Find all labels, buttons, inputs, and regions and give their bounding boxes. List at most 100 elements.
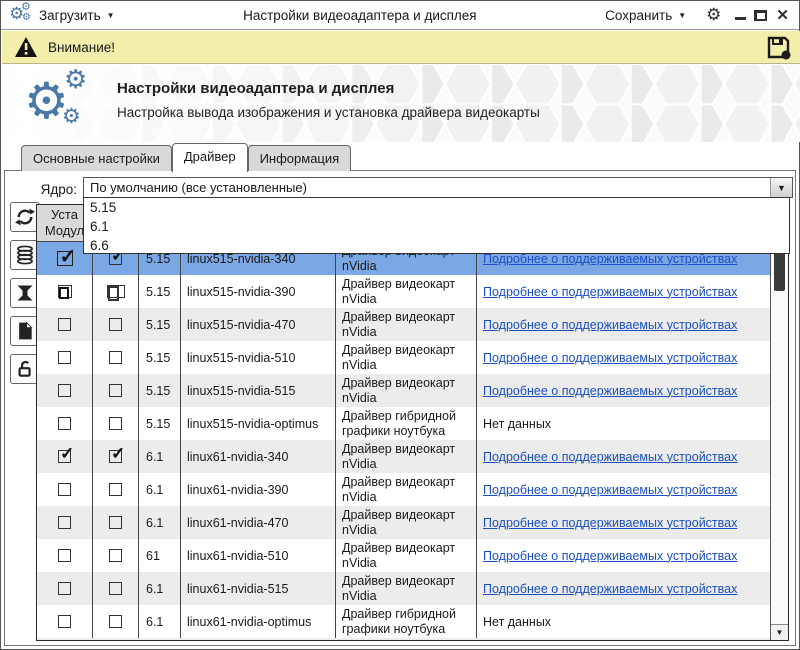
module-name-cell: linux61-nvidia-390 — [187, 483, 288, 497]
chevron-down-icon: ▼ — [777, 183, 786, 193]
module-name-cell: linux61-nvidia-340 — [187, 450, 288, 464]
kernel-version-cell: 5.15 — [146, 351, 170, 365]
info-cell: Нет данных — [483, 615, 551, 629]
installed-checkbox[interactable] — [58, 351, 71, 364]
installed-checkbox[interactable] — [58, 516, 71, 529]
warning-text: Внимание! — [48, 40, 115, 55]
kernel-version-cell: 5.15 — [146, 417, 170, 431]
installed-checkbox[interactable] — [58, 285, 72, 298]
kernel-option[interactable]: 6.6 — [84, 236, 789, 255]
module-checkbox[interactable] — [109, 318, 122, 331]
module-checkbox[interactable] — [109, 450, 122, 463]
scrollbar-down-button[interactable]: ▼ — [771, 624, 788, 640]
kernel-version-cell: 5.15 — [146, 285, 170, 299]
description-cell: Драйвер видеокарт nVidia — [342, 277, 476, 307]
module-checkbox[interactable] — [109, 483, 122, 496]
save-file-icon[interactable] — [765, 34, 792, 61]
settings-gear-button[interactable]: ⚙ — [706, 5, 721, 25]
module-checkbox[interactable] — [107, 285, 125, 298]
maximize-button[interactable] — [755, 10, 767, 21]
tab-main[interactable]: Основные настройки — [21, 145, 172, 171]
kernel-option[interactable]: 5.15 — [84, 198, 789, 217]
installed-checkbox[interactable] — [58, 417, 71, 430]
load-button[interactable]: Загрузить ▼ — [35, 8, 119, 23]
module-name-cell: linux515-nvidia-470 — [187, 318, 295, 332]
table-row[interactable]: 5.15 linux515-nvidia-510 Драйвер видеока… — [37, 341, 770, 374]
info-cell: Нет данных — [483, 417, 551, 431]
kernel-combobox[interactable]: По умолчанию (все установленные) ▼ — [83, 177, 793, 198]
supported-devices-link[interactable]: Подробнее о поддерживаемых устройствах — [483, 384, 737, 398]
module-checkbox[interactable] — [109, 615, 122, 628]
kernel-version-cell: 5.15 — [146, 384, 170, 398]
app-window: ⚙⚙⚙ Загрузить ▼ Настройки видеоадаптера … — [0, 0, 800, 650]
description-cell: Драйвер видеокарт nVidia — [342, 376, 476, 406]
kernel-version-cell: 6.1 — [146, 483, 163, 497]
module-name-cell: linux515-nvidia-optimus — [187, 417, 318, 431]
driver-table-grid: Уста Модул 5.15 linux515-nvidia-340 Драй… — [37, 205, 770, 640]
installed-checkbox[interactable] — [58, 318, 71, 331]
chevron-down-icon: ▼ — [107, 11, 115, 20]
page-subtitle: Настройка вывода изображения и установка… — [117, 105, 540, 120]
table-row[interactable]: 5.15 linux515-nvidia-390 Драйвер видеока… — [37, 275, 770, 308]
tab-driver[interactable]: Драйвер — [172, 143, 248, 172]
titlebar: ⚙⚙⚙ Загрузить ▼ Настройки видеоадаптера … — [1, 1, 799, 30]
supported-devices-link[interactable]: Подробнее о поддерживаемых устройствах — [483, 450, 737, 464]
module-checkbox[interactable] — [109, 582, 122, 595]
supported-devices-link[interactable]: Подробнее о поддерживаемых устройствах — [483, 516, 737, 530]
module-checkbox[interactable] — [109, 549, 122, 562]
kernel-version-cell: 6.1 — [146, 615, 163, 629]
minimize-button[interactable] — [735, 17, 746, 20]
kernel-option[interactable]: 6.1 — [84, 217, 789, 236]
module-name-cell: linux61-nvidia-optimus — [187, 615, 311, 629]
description-cell: Драйвер видеокарт nVidia — [342, 442, 476, 472]
table-row[interactable]: 6.1 linux61-nvidia-515 Драйвер видеокарт… — [37, 572, 770, 605]
installed-checkbox[interactable] — [58, 615, 71, 628]
installed-checkbox[interactable] — [58, 450, 71, 463]
module-name-cell: linux61-nvidia-510 — [187, 549, 288, 563]
installed-checkbox[interactable] — [58, 549, 71, 562]
tab-info[interactable]: Информация — [248, 145, 352, 171]
table-row[interactable]: 6.1 linux61-nvidia-390 Драйвер видеокарт… — [37, 473, 770, 506]
supported-devices-link[interactable]: Подробнее о поддерживаемых устройствах — [483, 582, 737, 596]
warning-bar: Внимание! — [2, 31, 800, 64]
installed-checkbox[interactable] — [58, 384, 71, 397]
table-row[interactable]: 6.1 linux61-nvidia-340 Драйвер видеокарт… — [37, 440, 770, 473]
installed-checkbox[interactable] — [58, 483, 71, 496]
header-banner: ⚙⚙⚙ Настройки видеоадаптера и дисплея На… — [2, 64, 800, 142]
description-cell: Драйвер гибридной графики ноутбука — [342, 607, 476, 637]
module-checkbox[interactable] — [109, 351, 122, 364]
table-row[interactable]: 5.15 linux515-nvidia-470 Драйвер видеока… — [37, 308, 770, 341]
kernel-combobox-dropdown-button[interactable]: ▼ — [770, 178, 792, 197]
double-arrow-icon — [15, 283, 35, 303]
table-row[interactable]: 5.15 linux515-nvidia-optimus Драйвер гиб… — [37, 407, 770, 440]
close-button[interactable]: ✕ — [776, 10, 789, 21]
supported-devices-link[interactable]: Подробнее о поддерживаемых устройствах — [483, 549, 737, 563]
module-checkbox[interactable] — [109, 516, 122, 529]
vertical-scrollbar[interactable]: ▼ — [770, 205, 788, 640]
installed-checkbox[interactable] — [57, 251, 73, 266]
supported-devices-link[interactable]: Подробнее о поддерживаемых устройствах — [483, 483, 737, 497]
table-row[interactable]: 6.1 linux61-nvidia-470 Драйвер видеокарт… — [37, 506, 770, 539]
description-cell: Драйвер гибридной графики ноутбука — [342, 409, 476, 439]
supported-devices-link[interactable]: Подробнее о поддерживаемых устройствах — [483, 351, 737, 365]
database-icon — [15, 245, 35, 265]
description-cell: Драйвер видеокарт nVidia — [342, 475, 476, 505]
info-cell: Подробнее о поддерживаемых устройствах — [483, 549, 737, 563]
module-checkbox[interactable] — [109, 384, 122, 397]
save-button[interactable]: Сохранить ▼ — [601, 8, 690, 23]
window-controls: ✕ — [735, 10, 789, 21]
window-title: Настройки видеоадаптера и дисплея — [119, 8, 602, 23]
table-row[interactable]: 5.15 linux515-nvidia-515 Драйвер видеока… — [37, 374, 770, 407]
kernel-label: Ядро: — [13, 182, 77, 197]
table-row[interactable]: 61 linux61-nvidia-510 Драйвер видеокарт … — [37, 539, 770, 572]
supported-devices-link[interactable]: Подробнее о поддерживаемых устройствах — [483, 285, 737, 299]
supported-devices-link[interactable]: Подробнее о поддерживаемых устройствах — [483, 318, 737, 332]
warning-icon — [14, 36, 38, 58]
module-name-cell: linux515-nvidia-390 — [187, 285, 295, 299]
module-checkbox[interactable] — [109, 417, 122, 430]
table-row[interactable]: 6.1 linux61-nvidia-optimus Драйвер гибри… — [37, 605, 770, 638]
description-cell: Драйвер видеокарт nVidia — [342, 508, 476, 538]
chevron-down-icon: ▼ — [678, 11, 686, 20]
installed-checkbox[interactable] — [58, 582, 71, 595]
tab-bar: Основные настройкиДрайверИнформация — [21, 143, 351, 171]
